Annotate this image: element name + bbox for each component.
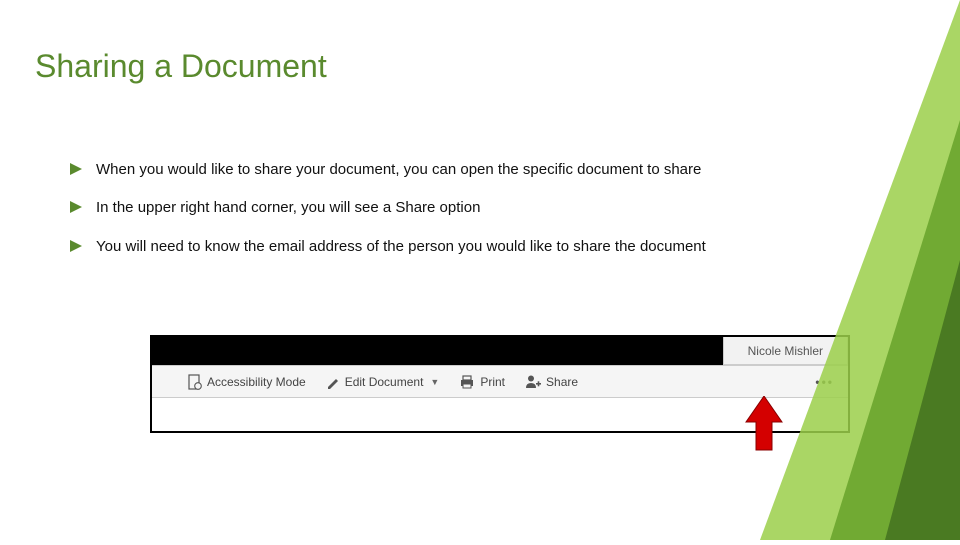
document-icon [188,374,202,390]
button-label: Edit Document [345,375,424,389]
user-name-label: Nicole Mishler [723,337,848,365]
bullet-list: When you would like to share your docume… [70,160,860,275]
list-item: You will need to know the email address … [70,237,860,257]
bullet-text: When you would like to share your docume… [96,160,701,180]
printer-icon [459,375,475,389]
bullet-arrow-icon [70,163,82,175]
button-label: Share [546,375,578,389]
share-person-icon [525,374,541,389]
print-button[interactable]: Print [451,372,513,392]
list-item: When you would like to share your docume… [70,160,860,180]
pencil-icon [326,375,340,389]
button-label: Accessibility Mode [207,375,306,389]
bullet-arrow-icon [70,240,82,252]
bullet-text: In the upper right hand corner, you will… [96,198,480,218]
list-item: In the upper right hand corner, you will… [70,198,860,218]
chevron-down-icon: ▼ [430,377,439,387]
edit-document-button[interactable]: Edit Document ▼ [318,372,448,392]
share-button[interactable]: Share [517,371,586,392]
slide-title: Sharing a Document [35,48,327,85]
callout-arrow-icon [744,396,784,454]
accessibility-mode-button[interactable]: Accessibility Mode [180,371,314,393]
bullet-text: You will need to know the email address … [96,237,706,257]
document-toolbar: Accessibility Mode Edit Document ▼ Print [152,365,848,397]
window-titlebar: Nicole Mishler [152,337,848,365]
bullet-arrow-icon [70,201,82,213]
button-label: Print [480,375,505,389]
more-options-button[interactable]: ••• [807,375,842,389]
